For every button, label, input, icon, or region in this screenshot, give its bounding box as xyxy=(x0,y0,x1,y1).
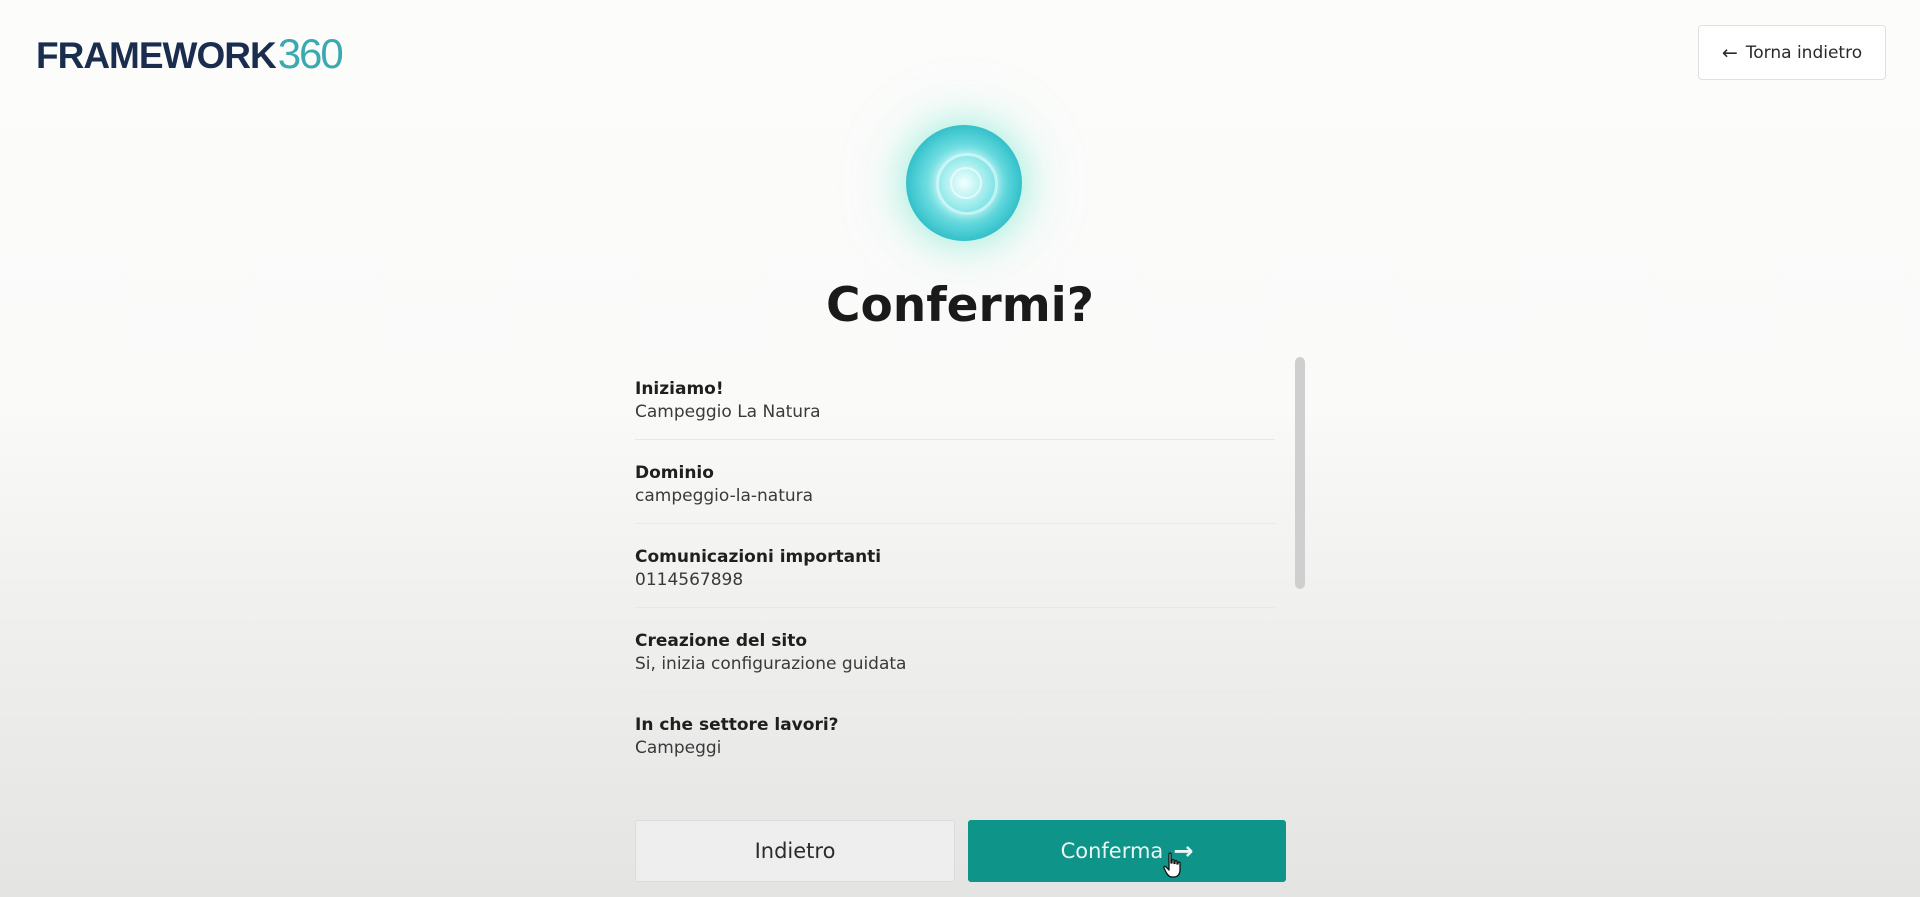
glowing-orb-icon xyxy=(906,125,1022,241)
confirm-button-label: Conferma xyxy=(1060,839,1164,863)
summary-list[interactable]: Iniziamo! Campeggio La Natura Dominio ca… xyxy=(635,356,1311,784)
page-title: Confermi? xyxy=(825,278,1095,333)
summary-value: Campeggio La Natura xyxy=(635,402,821,422)
summary-item-communications: Comunicazioni importanti 0114567898 xyxy=(635,524,1275,608)
arrow-left-icon: ← xyxy=(1721,41,1738,64)
summary-value: campeggio-la-natura xyxy=(635,486,814,506)
summary-item-business-name: Iniziamo! Campeggio La Natura xyxy=(635,356,1275,440)
back-button-label: Torna indietro xyxy=(1745,42,1863,63)
summary-value: 0114567898 xyxy=(635,570,744,590)
back-button[interactable]: Indietro xyxy=(635,820,955,882)
summary-label: In che settore lavori? xyxy=(635,715,839,735)
summary-label: Iniziamo! xyxy=(635,379,724,399)
confirm-button[interactable]: Conferma → xyxy=(968,820,1286,882)
summary-item-domain: Dominio campeggio-la-natura xyxy=(635,440,1275,524)
summary-label: Comunicazioni importanti xyxy=(635,547,882,567)
summary-scrollbar[interactable] xyxy=(1295,357,1305,589)
summary-item-sector: In che settore lavori? Campeggi xyxy=(635,692,1275,776)
back-to-previous-button[interactable]: ← Torna indietro xyxy=(1698,25,1886,80)
summary-label: Creazione del sito xyxy=(635,631,808,651)
summary-value: Si, inizia configurazione guidata xyxy=(635,654,907,674)
hand-pointer-cursor-icon xyxy=(1163,852,1181,878)
logo-word: FRAMEWORK xyxy=(36,35,277,76)
summary-item-site-creation: Creazione del sito Si, inizia configuraz… xyxy=(635,608,1275,692)
logo-number: 360 xyxy=(277,30,344,77)
summary-value: Campeggi xyxy=(635,738,722,758)
summary-label: Dominio xyxy=(635,463,714,483)
framework360-logo: FRAMEWORK 360 xyxy=(36,30,344,78)
